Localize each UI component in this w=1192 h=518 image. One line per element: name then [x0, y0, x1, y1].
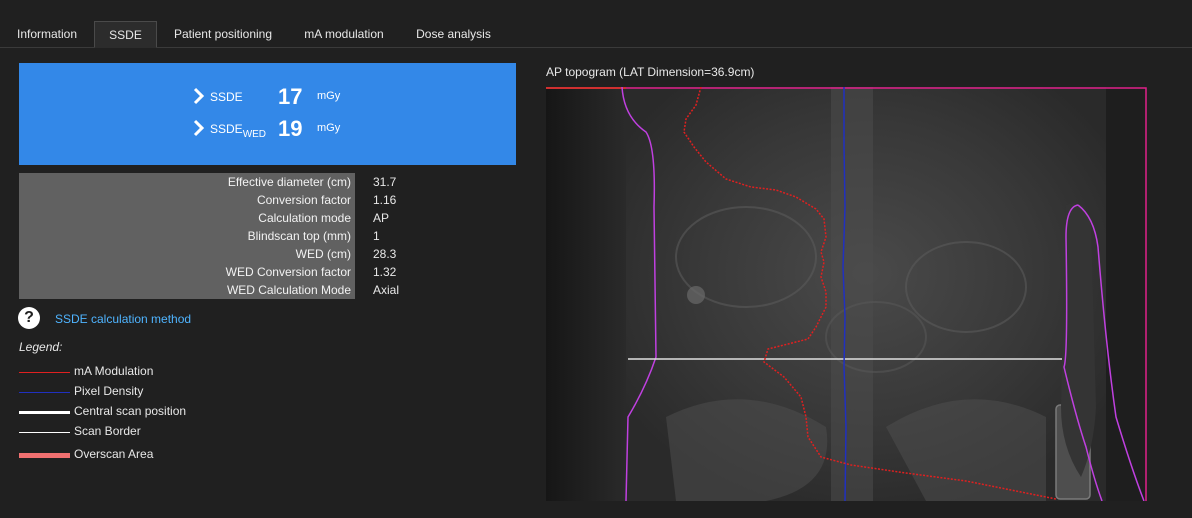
param-value: 31.7 — [373, 175, 397, 189]
legend-label: Pixel Density — [74, 384, 144, 398]
param-key: Conversion factor — [19, 191, 355, 209]
legend-label: Central scan position — [74, 404, 187, 418]
tab-ssde[interactable]: SSDE — [94, 21, 157, 48]
table-row: Blindscan top (mm) 1 — [19, 227, 439, 245]
legend-swatch — [19, 392, 70, 393]
param-value: AP — [373, 211, 390, 225]
legend-swatch — [19, 372, 70, 373]
param-value: 1 — [373, 229, 380, 243]
legend-swatch — [19, 453, 70, 458]
param-key: Calculation mode — [19, 209, 355, 227]
tab-ma-modulation[interactable]: mA modulation — [292, 21, 396, 48]
legend-swatch — [19, 432, 70, 433]
legend-label: Overscan Area — [74, 447, 154, 461]
param-value: Axial — [373, 283, 400, 297]
legend-item-ma-modulation: mA Modulation — [19, 364, 219, 380]
topogram-artifact — [687, 286, 705, 304]
tab-dose-analysis[interactable]: Dose analysis — [405, 21, 502, 48]
table-row: WED (cm) 28.3 — [19, 245, 439, 263]
ssde-label: SSDE — [210, 90, 243, 104]
param-key: WED Conversion factor — [19, 263, 355, 281]
tab-bar: Information SSDE Patient positioning mA … — [0, 0, 1192, 48]
legend-item-scan-border: Scan Border — [19, 424, 219, 440]
chevron-right-icon — [193, 87, 205, 105]
chevron-right-icon — [193, 119, 205, 137]
topogram-title: AP topogram (LAT Dimension=36.9cm) — [546, 65, 755, 79]
param-key: WED Calculation Mode — [19, 281, 355, 299]
param-value: 1.32 — [373, 265, 397, 279]
legend-swatch — [19, 411, 70, 414]
ssde-calculation-method-link[interactable]: SSDE calculation method — [55, 312, 191, 326]
legend-label: Scan Border — [74, 424, 141, 438]
question-icon[interactable]: ? — [18, 307, 40, 329]
table-row: Effective diameter (cm) 31.7 — [19, 173, 439, 191]
tab-patient-positioning[interactable]: Patient positioning — [163, 21, 283, 48]
param-value: 1.16 — [373, 193, 397, 207]
table-row: Calculation mode AP — [19, 209, 439, 227]
table-row: WED Calculation Mode Axial — [19, 281, 439, 299]
param-value: 28.3 — [373, 247, 397, 261]
ssde-row: SSDE 17 mGy — [19, 84, 516, 110]
ssde-wed-row: SSDEWED 19 mGy — [19, 116, 516, 142]
parameters-table: Effective diameter (cm) 31.7 Conversion f… — [19, 173, 439, 299]
param-key: Blindscan top (mm) — [19, 227, 355, 245]
ssde-wed-unit: mGy — [317, 122, 341, 134]
legend-title: Legend: — [19, 340, 63, 354]
legend-item-pixel-density: Pixel Density — [19, 384, 219, 400]
legend-label: mA Modulation — [74, 364, 154, 378]
ssde-wed-value: 19 — [278, 116, 303, 141]
ssde-wed-label: SSDEWED — [210, 122, 267, 140]
legend-item-central-scan-position: Central scan position — [19, 404, 219, 420]
param-key: Effective diameter (cm) — [19, 173, 355, 191]
table-row: Conversion factor 1.16 — [19, 191, 439, 209]
topogram-spine — [831, 87, 873, 501]
tab-information[interactable]: Information — [6, 21, 88, 48]
topogram-left-shadow — [546, 87, 626, 501]
ssde-unit: mGy — [317, 90, 341, 102]
table-row: WED Conversion factor 1.32 — [19, 263, 439, 281]
ap-topogram-image — [546, 87, 1147, 501]
param-key: WED (cm) — [19, 245, 355, 263]
ssde-summary-panel: SSDE 17 mGy SSDEWED 19 mGy — [19, 63, 516, 165]
ssde-value: 17 — [278, 84, 303, 109]
legend-item-overscan-area: Overscan Area — [19, 447, 219, 463]
